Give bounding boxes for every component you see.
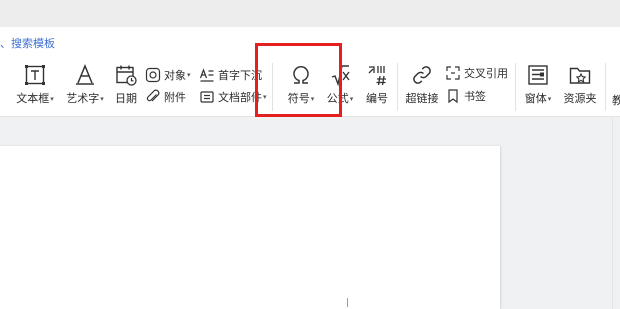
wordart-icon bbox=[76, 64, 94, 85]
crossref-label: 交叉引用 bbox=[464, 67, 508, 80]
crossref-icon bbox=[446, 66, 460, 80]
form-button[interactable]: 窗体▾ bbox=[520, 57, 556, 117]
crossref-button[interactable]: 交叉引用 bbox=[445, 63, 508, 83]
link-icon bbox=[413, 66, 431, 84]
docparts-icon bbox=[200, 91, 214, 103]
hyperlink-label: 超链接 bbox=[405, 92, 439, 105]
object-label: 对象 bbox=[164, 69, 186, 82]
bookmark-label: 书签 bbox=[464, 90, 486, 103]
resources-button[interactable]: 资源夹 bbox=[560, 57, 600, 117]
paperclip-icon bbox=[146, 89, 160, 102]
resources-label: 资源夹 bbox=[563, 92, 597, 105]
bookmark-icon bbox=[448, 89, 458, 104]
numbering-button[interactable]: 编号 bbox=[360, 57, 394, 117]
numbering-icon bbox=[368, 66, 386, 86]
partial-label: 教 bbox=[612, 94, 620, 107]
document-page[interactable] bbox=[0, 146, 500, 309]
chevron-down-icon: ▾ bbox=[349, 95, 354, 103]
chevron-down-icon: ▾ bbox=[50, 95, 54, 103]
date-label: 日期 bbox=[115, 92, 137, 105]
chevron-down-icon: ▾ bbox=[100, 95, 104, 103]
wordart-button[interactable]: 艺术字▾ bbox=[61, 57, 109, 117]
textbox-icon bbox=[25, 65, 45, 85]
textbox-button[interactable]: 文本框▾ bbox=[10, 57, 60, 117]
textbox-label: 文本框 bbox=[16, 92, 50, 105]
numbering-label: 编号 bbox=[366, 92, 388, 105]
chevron-down-icon: ▾ bbox=[187, 71, 191, 79]
search-template-link[interactable]: 、搜索模板 bbox=[0, 35, 55, 51]
wordart-label: 艺术字 bbox=[66, 92, 100, 105]
divider bbox=[605, 63, 606, 111]
text-cursor bbox=[347, 298, 348, 307]
attachment-button[interactable]: 附件 bbox=[145, 87, 186, 107]
bookmark-button[interactable]: 书签 bbox=[445, 86, 486, 106]
object-icon bbox=[145, 67, 161, 83]
calendar-icon bbox=[116, 65, 137, 86]
symbol-highlight-box bbox=[255, 43, 342, 117]
chevron-down-icon: ▾ bbox=[547, 95, 552, 103]
title-bar bbox=[0, 0, 620, 27]
divider bbox=[397, 63, 398, 111]
hyperlink-button[interactable]: 超链接 bbox=[402, 57, 442, 117]
divider bbox=[515, 63, 516, 111]
attachment-label: 附件 bbox=[164, 91, 186, 104]
partial-ribbon-item[interactable]: 教 bbox=[612, 90, 620, 110]
form-label: 窗体 bbox=[524, 92, 547, 105]
scrollbar-edge bbox=[612, 117, 613, 309]
folder-star-icon bbox=[569, 67, 591, 84]
date-button[interactable]: 日期 bbox=[110, 57, 142, 117]
form-icon bbox=[528, 65, 548, 85]
object-button[interactable]: 对象 ▾ bbox=[145, 65, 191, 85]
dropcap-button[interactable]: 首字下沉 bbox=[199, 65, 262, 85]
dropcap-icon bbox=[199, 68, 214, 82]
